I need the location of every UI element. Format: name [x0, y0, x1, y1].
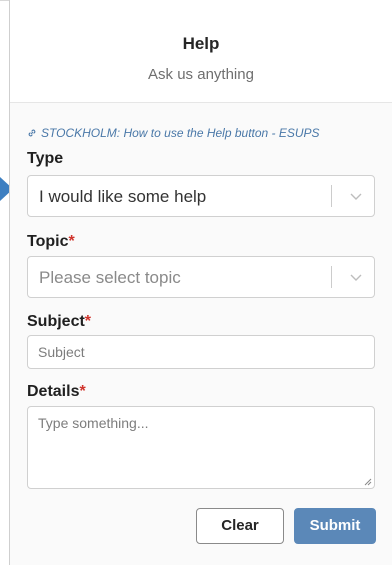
select-separator: [331, 185, 332, 207]
submit-button[interactable]: Submit: [294, 508, 376, 544]
subject-label-text: Subject: [27, 313, 85, 330]
details-label: Details*: [27, 383, 86, 401]
type-label-text: Type: [27, 150, 64, 167]
form-area: [10, 103, 392, 565]
help-article-link[interactable]: STOCKHOLM: How to use the Help button - …: [27, 126, 320, 140]
select-separator: [331, 266, 332, 288]
help-panel: Help Ask us anything STOCKHOLM: How to u…: [9, 0, 392, 565]
help-link-text: STOCKHOLM: How to use the Help button - …: [41, 126, 320, 140]
panel-subtitle: Ask us anything: [148, 66, 254, 83]
subject-input[interactable]: Subject: [27, 335, 375, 369]
details-placeholder: Type something...: [38, 415, 149, 431]
topic-select[interactable]: Please select topic: [27, 256, 375, 298]
topic-label: Topic*: [27, 233, 75, 251]
chevron-down-icon[interactable]: [349, 189, 363, 203]
type-select-value: I would like some help: [39, 187, 207, 206]
panel-title: Help: [182, 34, 220, 53]
type-label: Type: [27, 150, 63, 168]
subject-placeholder: Subject: [38, 344, 85, 360]
required-asterisk: *: [79, 383, 86, 400]
subject-label: Subject*: [27, 313, 91, 331]
help-widget-frame: Help Ask us anything STOCKHOLM: How to u…: [0, 0, 392, 565]
type-select[interactable]: I would like some help: [27, 175, 375, 217]
topic-select-placeholder: Please select topic: [39, 268, 181, 287]
details-textarea[interactable]: Type something...: [27, 406, 375, 489]
panel-header: Help Ask us anything: [10, 1, 392, 103]
required-asterisk: *: [68, 233, 75, 250]
topic-label-text: Topic: [27, 233, 69, 250]
resize-handle-icon[interactable]: [364, 478, 372, 486]
clear-button[interactable]: Clear: [196, 508, 284, 544]
details-label-text: Details: [27, 383, 80, 400]
required-asterisk: *: [84, 313, 92, 330]
chevron-down-icon[interactable]: [349, 270, 363, 284]
link-icon: [28, 129, 36, 137]
